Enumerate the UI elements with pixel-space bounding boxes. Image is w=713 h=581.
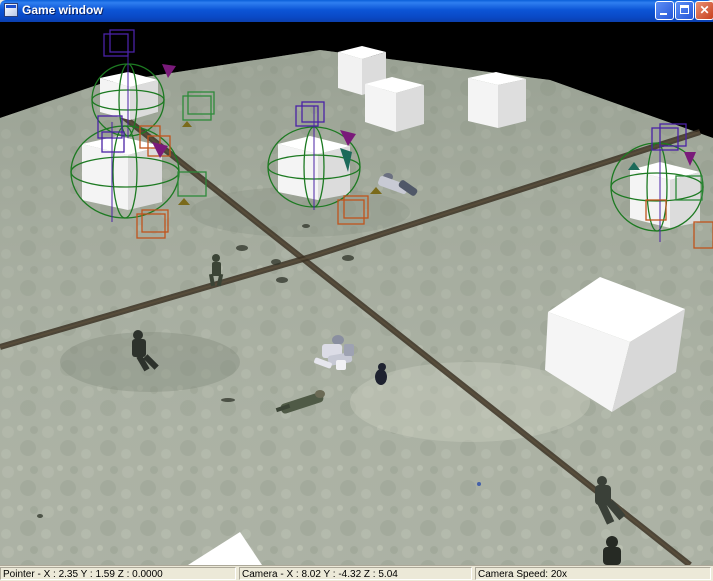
title-bar[interactable]: Game window ✕	[0, 0, 713, 22]
window-title: Game window	[22, 3, 103, 17]
minimize-button[interactable]	[655, 1, 674, 20]
application-icon[interactable]	[4, 3, 18, 17]
maximize-button[interactable]	[675, 1, 694, 20]
close-button[interactable]: ✕	[695, 1, 713, 20]
pointer-coordinates: Pointer - X : 2.35 Y : 1.59 Z : 0.0000	[0, 567, 236, 580]
game-viewport[interactable]	[0, 22, 713, 565]
camera-speed: Camera Speed: 20x	[475, 567, 711, 580]
camera-coordinates: Camera - X : 8.02 Y : -4.32 Z : 5.04	[239, 567, 472, 580]
cube-object[interactable]	[365, 77, 424, 132]
cube-object[interactable]	[468, 72, 526, 128]
status-bar: Pointer - X : 2.35 Y : 1.59 Z : 0.0000 C…	[0, 565, 713, 581]
